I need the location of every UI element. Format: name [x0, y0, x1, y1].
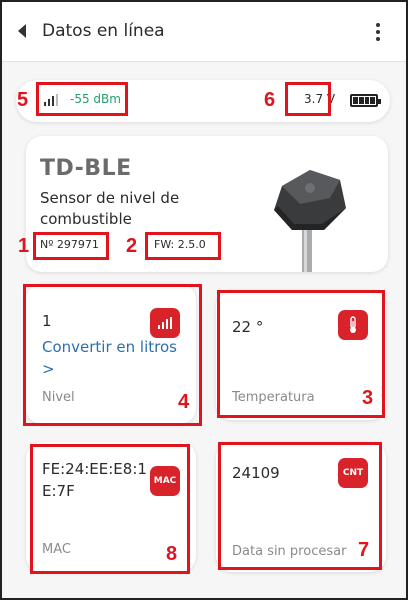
temperature-tile[interactable]: 22 ° Temperatura [216, 290, 386, 420]
mac-icon: MAC [150, 466, 180, 496]
annotation-number-5: 5 [17, 89, 29, 111]
annotation-number-8: 8 [166, 543, 178, 565]
annotation-number-2: 2 [126, 235, 138, 257]
level-value: 1 [42, 312, 52, 330]
device-info-card: TD-BLE Sensor de nivel de combustible Nº… [26, 136, 388, 272]
mac-address-value: FE:24:EE:E8:1E:7F [42, 460, 147, 500]
annotation-number-7: 7 [358, 539, 370, 561]
firmware-version: FW: 2.5.0 [154, 238, 206, 251]
battery-voltage-value: 3.7 V [304, 92, 336, 106]
level-tile[interactable]: 1 Convertir en litros > Nivel [26, 284, 196, 424]
app-bar: Datos en línea [2, 2, 406, 62]
annotation-number-4: 4 [178, 391, 190, 413]
sensor-device-image [274, 170, 346, 272]
connection-status-bar: -55 dBm 3.7 V [16, 80, 390, 122]
level-label: Nivel [42, 390, 75, 405]
level-signal-icon [150, 308, 180, 338]
convert-to-liters-link[interactable]: Convertir en litros > [42, 336, 192, 380]
signal-strength-icon [44, 94, 58, 106]
annotation-number-6: 6 [264, 89, 276, 111]
raw-data-value: 24109 [232, 464, 280, 482]
device-model: TD-BLE [40, 156, 132, 181]
temperature-value: 22 ° [232, 318, 264, 336]
annotation-number-3: 3 [362, 387, 374, 409]
temperature-label: Temperatura [232, 390, 315, 405]
page-title: Datos en línea [42, 21, 165, 41]
device-serial-number: Nº 297971 [40, 238, 99, 251]
raw-data-label: Data sin procesar [232, 544, 347, 559]
battery-icon [350, 94, 381, 107]
annotation-number-1: 1 [18, 235, 30, 257]
mac-label: MAC [42, 542, 71, 557]
counter-icon: CNT [338, 458, 368, 488]
app-screen: Datos en línea -55 dBm 3.7 V TD-BLE Sens… [2, 2, 406, 598]
thermometer-icon [338, 310, 368, 340]
more-vertical-icon[interactable] [372, 23, 384, 43]
device-description: Sensor de nivel de combustible [40, 189, 180, 228]
signal-strength-value: -55 dBm [70, 92, 121, 106]
back-arrow-icon[interactable] [18, 24, 26, 38]
